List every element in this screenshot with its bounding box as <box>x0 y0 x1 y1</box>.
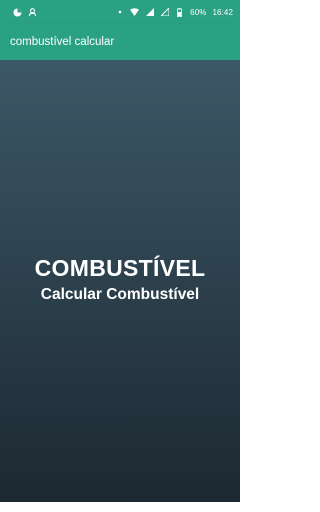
status-bar: 60% 16:42 <box>0 0 240 24</box>
splash-content: COMBUSTÍVEL Calcular Combustível <box>0 60 240 502</box>
pie-chart-icon <box>13 7 22 17</box>
notification-app-icon <box>28 7 37 17</box>
signal-no-service-icon <box>160 8 169 17</box>
headline: COMBUSTÍVEL <box>34 255 206 281</box>
dot-icon <box>115 8 124 17</box>
app-screen: 60% 16:42 combustível calcular COMBUSTÍV… <box>0 0 240 512</box>
status-time: 16:42 <box>212 7 233 17</box>
battery-percentage: 60% <box>190 7 207 17</box>
status-left-group <box>13 7 37 17</box>
wifi-icon <box>130 8 140 17</box>
status-right-group: 60% 16:42 <box>115 7 233 17</box>
signal-icon <box>145 8 154 17</box>
navigation-bar <box>0 502 240 512</box>
battery-icon <box>175 7 184 17</box>
app-title: combustível calcular <box>10 36 115 48</box>
app-bar: combustível calcular <box>0 24 240 60</box>
subheadline: Calcular Combustível <box>40 286 200 303</box>
